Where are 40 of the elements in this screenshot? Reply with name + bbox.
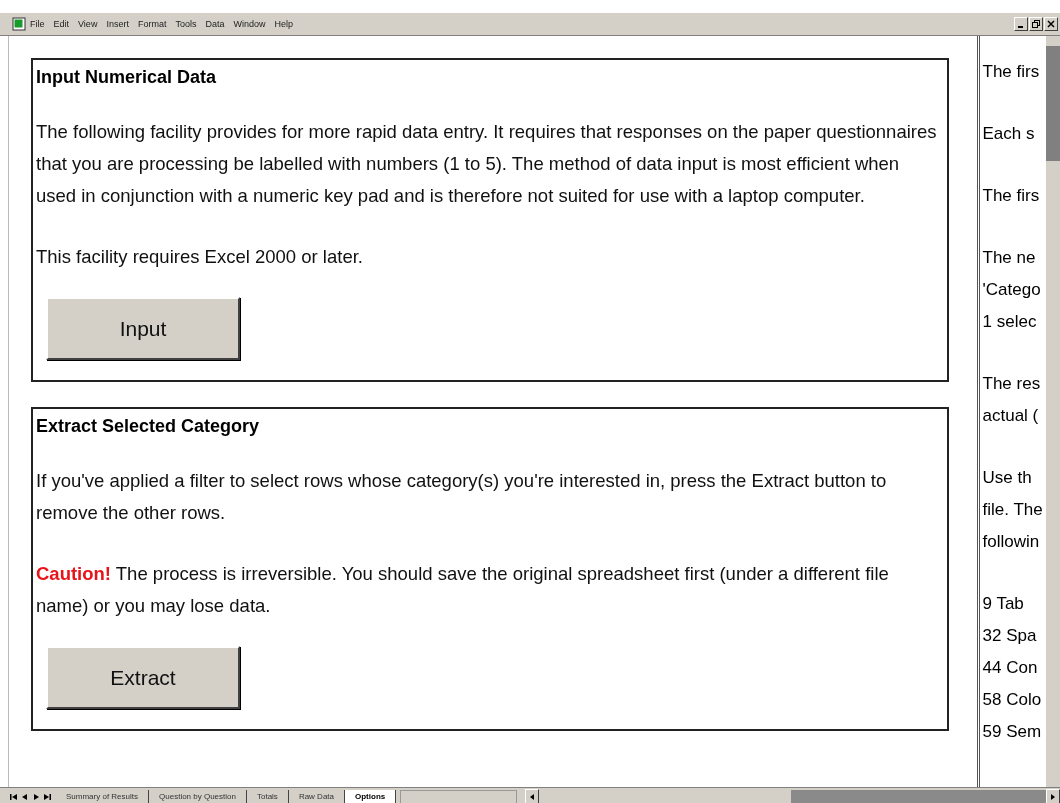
menu-item[interactable]: Help: [274, 19, 293, 29]
section-heading: Extract Selected Category: [36, 416, 261, 436]
menu-item[interactable]: Edit: [53, 19, 70, 29]
text-line: 32 Spa: [982, 625, 1038, 647]
scroll-right-icon[interactable]: [1046, 789, 1060, 803]
menu-item[interactable]: File: [30, 19, 45, 29]
spreadsheet-icon[interactable]: [12, 17, 26, 31]
menu-item[interactable]: Insert: [106, 19, 129, 29]
text-line: 58 Colo: [982, 689, 1043, 711]
warning-text: Caution! The process is irreversible. You should save the original spreadsheet first (under a different file name) or you may lose data.: [36, 562, 890, 618]
text-line: 44 Con: [982, 657, 1039, 679]
scroll-left-icon[interactable]: [525, 789, 540, 803]
menu-item[interactable]: View: [78, 19, 98, 29]
action-button[interactable]: Extract: [46, 646, 240, 709]
minimize-icon[interactable]: [1014, 17, 1028, 31]
text-line: The res: [982, 373, 1042, 395]
close-icon[interactable]: [1044, 17, 1058, 31]
restore-icon[interactable]: [1029, 17, 1043, 31]
action-button[interactable]: Input: [46, 297, 240, 360]
menu-item[interactable]: Format: [137, 19, 167, 29]
text-line: The ne: [982, 247, 1037, 269]
menu-item[interactable]: Data: [205, 19, 225, 29]
text-line: Each s: [982, 123, 1036, 145]
text-line: 1 selec: [982, 311, 1038, 333]
text-line: The firs: [982, 185, 1041, 207]
paragraph: This facility requires Excel 2000 or later.: [36, 245, 364, 269]
text-line: The firs: [982, 61, 1041, 83]
section-heading: Input Numerical Data: [36, 67, 218, 87]
text-line: 'Catego: [982, 279, 1042, 301]
menu-item[interactable]: Tools: [175, 19, 197, 29]
text-line: followin: [982, 531, 1041, 553]
text-line: file. The: [982, 499, 1044, 521]
sheet-tab[interactable]: Options: [345, 789, 397, 803]
text-line: actual (: [982, 405, 1040, 427]
paragraph: If you've applied a filter to select rows whose category(s) you're interested in, press the Extract button to remove the other rows.: [36, 469, 888, 525]
text-line: Use th: [982, 467, 1033, 489]
paragraph: The following facility provides for more rapid data entry. It requires that responses on the paper questionnaires that you are processing be labelled with numbers (1 to 5). The method of data input is most efficient when used in conjunction with a numeric key pad and is therefore not suited for use with a laptop computer.: [36, 120, 938, 208]
menu-item[interactable]: Window: [233, 19, 266, 29]
text-line: 59 Sem: [982, 721, 1043, 743]
text-line: 9 Tab: [982, 593, 1025, 615]
